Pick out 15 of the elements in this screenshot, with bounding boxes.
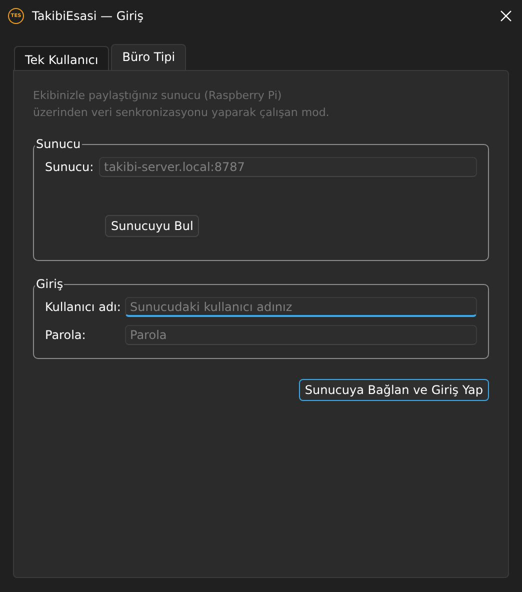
find-server-button[interactable]: Sunucuyu Bul [105, 215, 200, 237]
text-field[interactable]: Sunucudaki kullanıcı adınız [125, 297, 477, 317]
tab[interactable]: Tek Kullanıcı [14, 46, 110, 70]
close-icon[interactable] [498, 8, 514, 24]
window-title: TakibiEsasi — Giriş [32, 9, 144, 23]
description-text: Ekibinizle paylaştığınız sunucu (Raspberry Pi) üzerinden veri senkronizasyonu yaparak çalışan mod. [33, 88, 330, 121]
connect-login-button[interactable]: Sunucuya Bağlan ve Giriş Yap [298, 379, 489, 401]
field-label: Sunucu: [45, 160, 95, 174]
text-field[interactable]: Parola [125, 325, 477, 345]
text-field[interactable]: takibi-server.local:8787 [99, 157, 477, 177]
group-title: Sunucu [35, 137, 82, 151]
field-label: Parola: [45, 328, 87, 342]
field-label: Kullanıcı adı: [45, 300, 122, 314]
tab[interactable]: Büro Tipi [111, 44, 186, 70]
group-title: Giriş [35, 277, 64, 291]
